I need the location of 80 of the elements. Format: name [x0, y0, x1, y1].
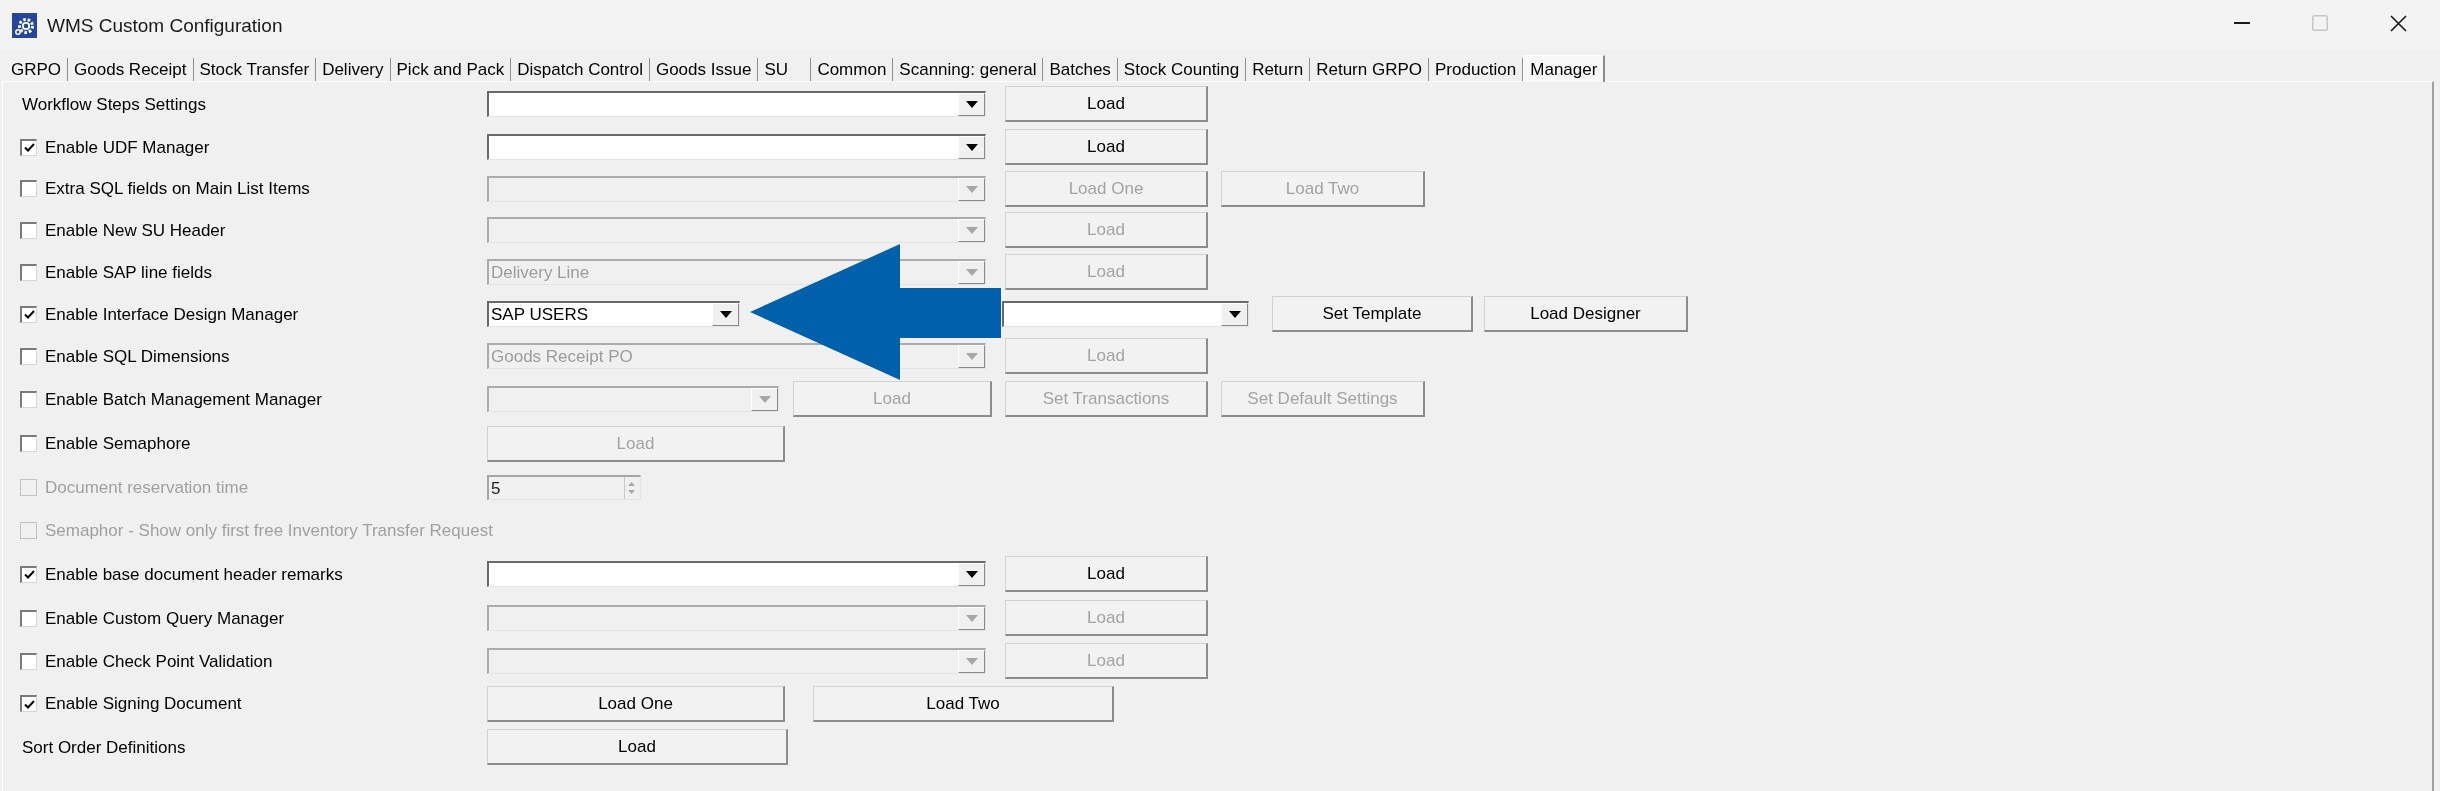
setting-label: Enable Check Point Validation — [45, 652, 273, 670]
tab[interactable]: Goods Receipt — [68, 58, 194, 81]
caret-down-icon — [965, 144, 978, 151]
setting-label: Enable SAP line fields — [45, 263, 212, 281]
setting-label: Enable base document header remarks — [45, 565, 343, 583]
setting-label: Semaphor - Show only first free Inventory Transfer Request — [45, 522, 493, 539]
setting-label: Document reservation time — [45, 479, 249, 496]
window-title: WMS Custom Configuration — [47, 15, 283, 35]
minimize-icon — [2234, 22, 2250, 24]
tab[interactable]: Delivery — [316, 58, 391, 81]
load-button[interactable]: Load — [1005, 86, 1208, 122]
setting-label: Enable New SU Header — [45, 221, 226, 239]
caret-down-icon — [965, 227, 978, 234]
setting-label: Enable Signing Document — [45, 695, 242, 712]
checkmark-icon — [23, 310, 35, 319]
tab[interactable]: Dispatch Control — [511, 58, 650, 81]
caret-down-icon — [965, 101, 978, 108]
setting-label: Enable Custom Query Manager — [45, 609, 285, 627]
dropdown[interactable] — [487, 91, 986, 117]
tab[interactable]: Return GRPO — [1310, 58, 1429, 81]
checkbox[interactable] — [20, 305, 37, 323]
tab[interactable]: Stock Counting — [1117, 58, 1247, 81]
down-caret-icon — [628, 490, 635, 494]
dropdown[interactable]: SAP USERS — [487, 301, 740, 327]
setting-label: Enable Batch Management Manager — [45, 390, 322, 408]
caret-down-icon — [965, 571, 978, 578]
caret-down-icon — [1228, 311, 1241, 318]
checkbox[interactable] — [20, 609, 37, 627]
checkmark-icon — [23, 699, 35, 709]
checkmark-icon — [23, 143, 35, 152]
checkbox[interactable] — [20, 138, 37, 156]
checkbox[interactable] — [20, 347, 37, 365]
checkbox[interactable] — [20, 435, 37, 452]
load-button[interactable]: Load — [1005, 129, 1208, 165]
tab[interactable]: Return — [1246, 58, 1311, 81]
tab[interactable]: Batches — [1043, 58, 1118, 81]
left-arrow-icon — [750, 244, 1001, 380]
setting-label: Enable Interface Design Manager — [45, 305, 299, 323]
tab[interactable]: Scanning: general — [893, 58, 1044, 81]
caret-down-icon — [965, 185, 978, 193]
tab[interactable]: GRPO — [5, 58, 69, 81]
tab[interactable]: SU — [758, 58, 812, 81]
load-button[interactable]: Load — [487, 729, 788, 765]
dropdown[interactable] — [487, 134, 986, 160]
close-icon — [2389, 14, 2407, 32]
tab[interactable]: Common — [811, 58, 894, 81]
load-button[interactable]: Load — [1005, 556, 1208, 592]
setting-label: Sort Order Definitions — [22, 738, 186, 756]
caret-down-icon — [965, 658, 978, 665]
setting-label: Workflow Steps Settings — [22, 95, 206, 113]
setting-label: Enable Semaphore — [45, 435, 191, 452]
checkbox[interactable] — [20, 180, 37, 197]
load-one-button[interactable]: Load One — [487, 685, 785, 722]
up-caret-icon — [628, 482, 635, 486]
checkbox[interactable] — [20, 565, 37, 583]
caret-down-icon — [719, 311, 732, 318]
setting-label: Extra SQL fields on Main List Items — [45, 180, 310, 197]
checkbox[interactable] — [20, 695, 37, 712]
caret-down-icon — [965, 269, 978, 276]
checkmark-icon — [23, 570, 35, 579]
setting-label: Enable SQL Dimensions — [45, 347, 230, 365]
setting-label: Enable UDF Manager — [45, 138, 210, 156]
checkbox[interactable] — [20, 221, 37, 239]
maximize-icon — [2312, 15, 2328, 31]
load-two-button[interactable]: Load Two — [813, 685, 1114, 722]
tab[interactable]: Goods Issue — [649, 58, 759, 81]
caret-down-icon — [965, 615, 978, 622]
tab[interactable]: Stock Transfer — [193, 58, 317, 81]
gear-icon — [12, 12, 37, 38]
set-template-button[interactable]: Set Template — [1272, 296, 1473, 332]
checkbox[interactable] — [20, 390, 37, 408]
load-designer-button[interactable]: Load Designer — [1484, 296, 1688, 332]
tab[interactable]: Pick and Pack — [390, 58, 512, 81]
dropdown[interactable] — [487, 561, 986, 587]
tab[interactable]: Manager — [1523, 55, 1606, 82]
caret-down-icon — [758, 396, 771, 403]
checkbox[interactable] — [20, 652, 37, 670]
checkbox[interactable] — [20, 263, 37, 281]
caret-down-icon — [965, 353, 978, 360]
dropdown[interactable] — [1002, 301, 1249, 327]
